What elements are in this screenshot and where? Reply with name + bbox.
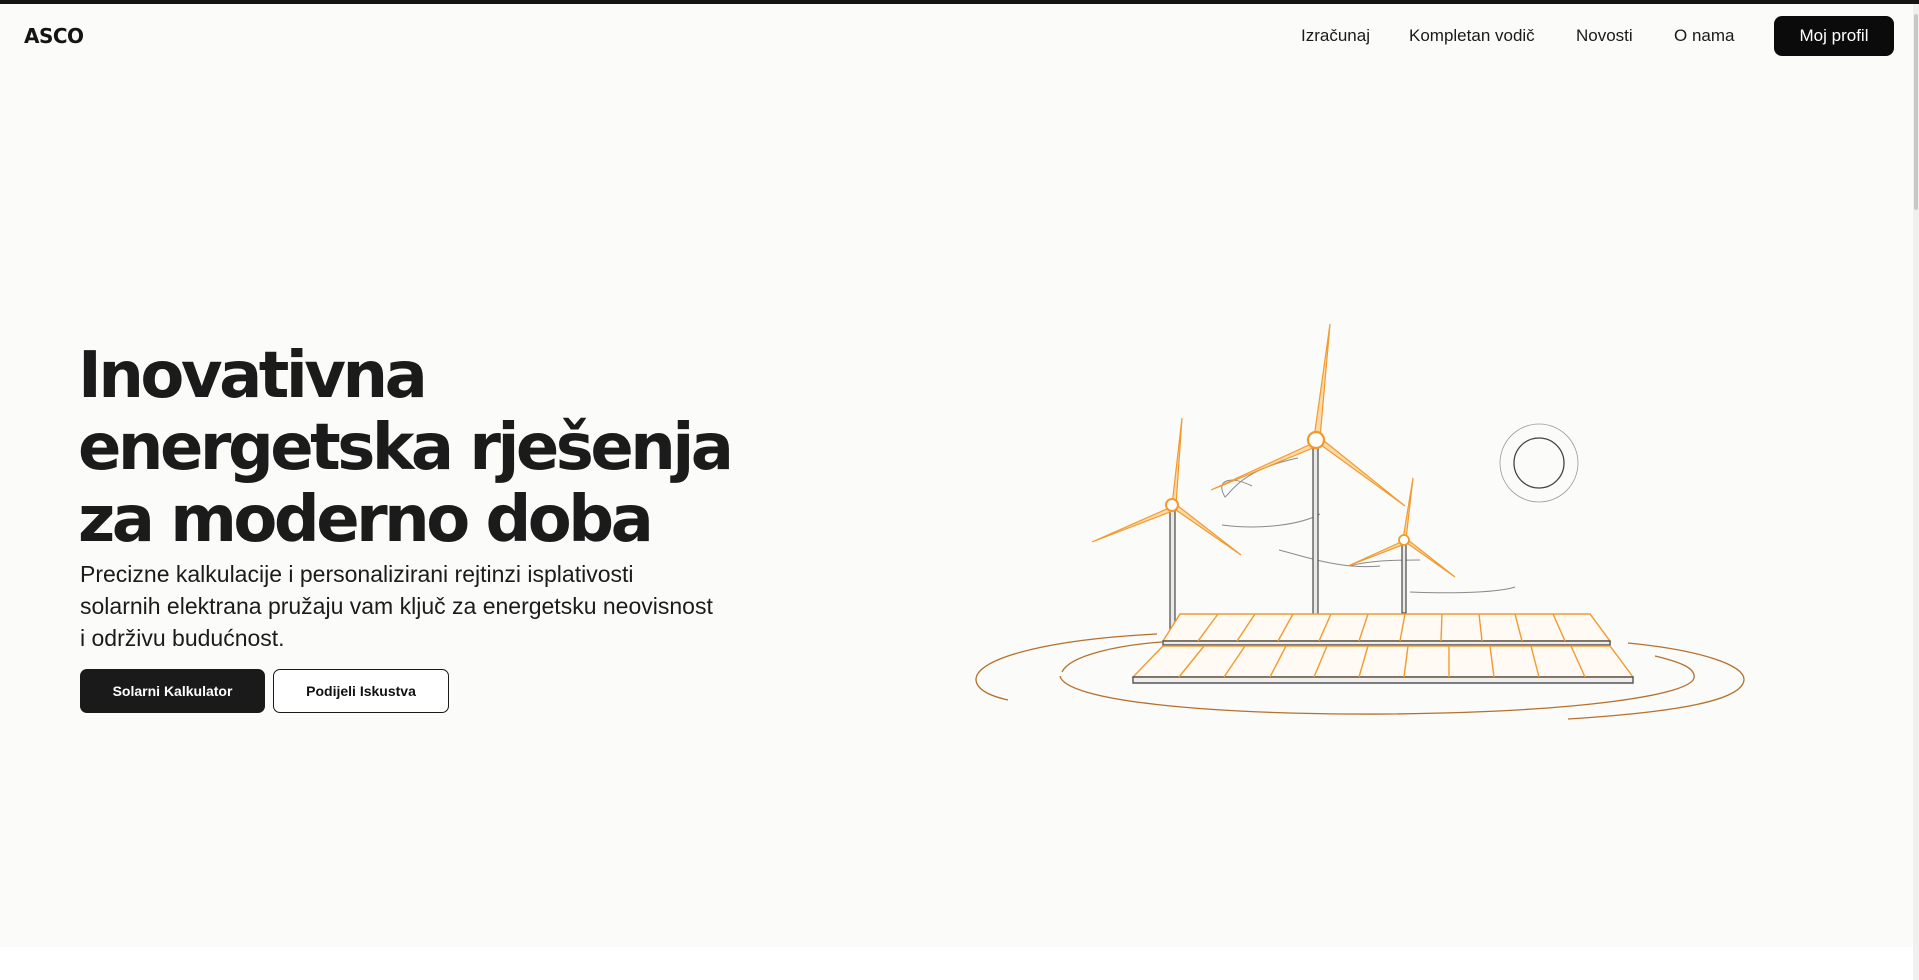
hero-title-line: Inovativna bbox=[78, 339, 428, 413]
solar-panel-top bbox=[1161, 613, 1612, 646]
hero-title: Inovativna energetska rješenja za modern… bbox=[78, 340, 798, 556]
hero-subtitle-line: solarnih elektrana pružaju vam ključ za … bbox=[80, 593, 713, 619]
solar-calculator-button[interactable]: Solarni Kalkulator bbox=[80, 669, 265, 713]
hero-title-line: energetska rješenja bbox=[78, 411, 734, 485]
hero-subtitle-line: i održivu budućnost. bbox=[80, 625, 285, 651]
wind-solar-illustration-icon bbox=[975, 323, 1745, 720]
nav-link-izracunaj[interactable]: Izračunaj bbox=[1301, 26, 1370, 46]
nav-link-o-nama[interactable]: O nama bbox=[1674, 26, 1734, 46]
hero-title-line: za moderno doba bbox=[78, 483, 654, 557]
vertical-scrollbar[interactable] bbox=[1913, 4, 1919, 980]
profile-button[interactable]: Moj profil bbox=[1774, 16, 1894, 56]
nav-link-novosti[interactable]: Novosti bbox=[1576, 26, 1633, 46]
hero-subtitle: Precizne kalkulacije i personalizirani r… bbox=[80, 558, 800, 654]
share-experience-button[interactable]: Podijeli Iskustva bbox=[273, 669, 449, 713]
site-logo[interactable]: ASCO bbox=[24, 24, 84, 48]
nav-link-kompletan-vodic[interactable]: Kompletan vodič bbox=[1409, 26, 1535, 46]
sun-icon bbox=[1499, 423, 1579, 503]
solar-panel-bottom bbox=[1131, 645, 1635, 684]
turbine-towers bbox=[1169, 442, 1407, 639]
scrollbar-thumb[interactable] bbox=[1914, 14, 1918, 210]
turbine-center bbox=[1210, 323, 1406, 507]
next-section-edge bbox=[0, 947, 1913, 980]
hero-subtitle-line: Precizne kalkulacije i personalizirani r… bbox=[80, 561, 634, 587]
